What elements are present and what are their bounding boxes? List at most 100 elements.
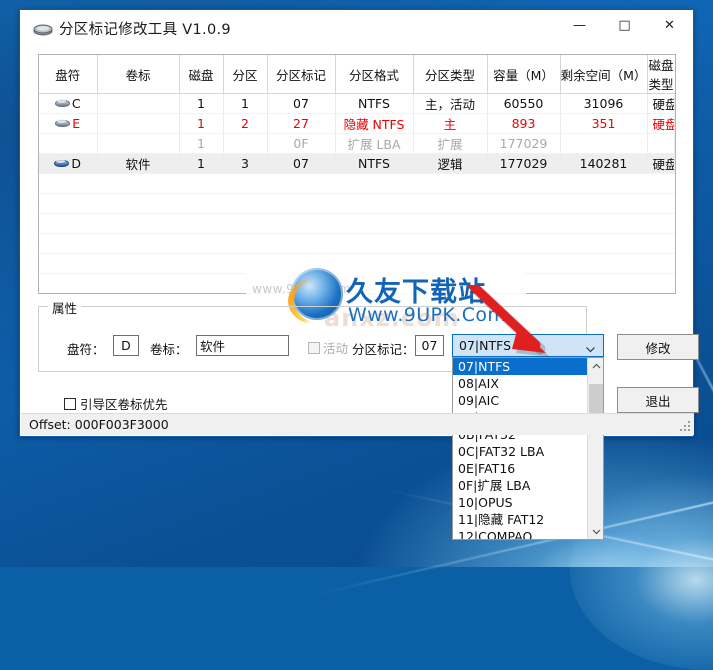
table-row[interactable]: 1 0F 扩展 LBA 扩展 177029	[39, 133, 675, 154]
table-row[interactable]: C1107NTFS主，活动6055031096硬盘	[39, 93, 675, 114]
title-bar[interactable]: 分区标记修改工具 V1.0.9 — □ ✕	[20, 10, 693, 47]
cell-drive: E	[39, 113, 98, 134]
boot-volume-priority-checkbox[interactable]	[64, 397, 76, 410]
column-header-format[interactable]: 分区格式	[335, 55, 414, 94]
cell-partition	[223, 133, 268, 154]
cell-capacity: 893	[487, 113, 561, 134]
column-header-disk[interactable]: 磁盘	[179, 55, 224, 94]
table-row[interactable]: D软件1307NTFS逻辑177029140281硬盘	[39, 153, 675, 174]
column-header-disktype[interactable]: 磁盘类型	[647, 55, 675, 94]
table-row[interactable]: E 1227隐藏 NTFS主893351硬盘	[39, 113, 675, 134]
dropdown-option[interactable]: 11|隐藏 FAT12	[453, 511, 603, 528]
cell-capacity: 177029	[487, 153, 561, 174]
dropdown-option[interactable]: 10|OPUS	[453, 494, 603, 511]
cell-type: 扩展	[413, 133, 488, 154]
close-button[interactable]: ✕	[647, 10, 692, 41]
cell-type: 主，活动	[413, 93, 488, 114]
cell-disk-type	[647, 133, 675, 154]
empty-rows-area	[39, 174, 675, 293]
combobox-selected-text: 07|NTFS	[459, 338, 512, 353]
minimize-button[interactable]: —	[557, 10, 602, 41]
cell-free	[560, 133, 648, 154]
boot-volume-priority-label: 引导区卷标优先	[80, 397, 168, 412]
cell-format: NTFS	[335, 153, 414, 174]
drive-letter-label: 盘符：	[67, 342, 105, 357]
maximize-icon: □	[618, 18, 631, 33]
dropdown-option[interactable]: 0E|FAT16	[453, 460, 603, 477]
active-checkbox-row[interactable]: 活动	[308, 338, 348, 357]
cell-mark: 07	[267, 93, 336, 114]
hard-disk-icon	[55, 118, 71, 129]
cell-mark: 07	[267, 153, 336, 174]
cell-free: 351	[560, 113, 648, 134]
partition-mark-value[interactable]: 07	[415, 335, 444, 356]
column-header-mark[interactable]: 分区标记	[267, 55, 336, 94]
dropdown-options: 07|NTFS08|AIX09|AIC0A|OS/20B|FAT320C|FAT…	[453, 358, 603, 539]
cell-format: 扩展 LBA	[335, 133, 414, 154]
dropdown-option[interactable]: 0C|FAT32 LBA	[453, 443, 603, 460]
column-header-partition[interactable]: 分区	[223, 55, 268, 94]
volume-label: 卷标：	[150, 342, 188, 357]
active-checkbox[interactable]	[308, 341, 320, 354]
cell-capacity: 177029	[487, 133, 561, 154]
dropdown-scrollbar[interactable]	[587, 358, 603, 539]
column-header-free[interactable]: 剩余空间（M）	[560, 55, 648, 94]
column-header-capacity[interactable]: 容量（M）	[487, 55, 561, 94]
minimize-icon: —	[573, 18, 586, 33]
partition-list[interactable]: 盘符 卷标 磁盘 分区 分区标记 分区格式 分区类型 容量（M） 剩余空间（M）…	[38, 54, 676, 294]
empty-row	[39, 174, 675, 194]
cell-type: 逻辑	[413, 153, 488, 174]
cell-mark: 0F	[267, 133, 336, 154]
cell-type: 主	[413, 113, 488, 134]
dropdown-option[interactable]: 08|AIX	[453, 375, 603, 392]
dropdown-option[interactable]: 0F|扩展 LBA	[453, 477, 603, 494]
volume-input[interactable]	[196, 335, 289, 356]
dropdown-option[interactable]: 07|NTFS	[453, 358, 603, 375]
cell-disk-type: 硬盘	[647, 93, 675, 114]
column-header-drive[interactable]: 盘符	[39, 55, 98, 94]
empty-row	[39, 254, 675, 274]
cell-format: 隐藏 NTFS	[335, 113, 414, 134]
cell-capacity: 60550	[487, 93, 561, 114]
cell-disk: 1	[179, 113, 224, 134]
partition-type-combobox[interactable]: 07|NTFS	[452, 334, 604, 357]
dropdown-option[interactable]: 09|AIC	[453, 392, 603, 409]
resize-grip[interactable]	[680, 421, 691, 432]
cell-drive: C	[39, 93, 98, 114]
disk-icon	[33, 21, 53, 36]
hard-disk-icon-blue	[54, 158, 70, 169]
cell-mark: 27	[267, 113, 336, 134]
boot-volume-priority-row[interactable]: 引导区卷标优先	[64, 394, 168, 413]
modify-button[interactable]: 修改	[617, 334, 699, 360]
scroll-down-icon[interactable]	[588, 523, 603, 539]
status-offset-text: Offset: 000F003F3000	[29, 417, 169, 432]
table-header-row: 盘符 卷标 磁盘 分区 分区标记 分区格式 分区类型 容量（M） 剩余空间（M）…	[39, 55, 675, 94]
cell-volume: 软件	[97, 153, 180, 174]
empty-row	[39, 214, 675, 234]
close-icon: ✕	[664, 18, 675, 33]
cell-volume	[97, 113, 180, 134]
properties-legend: 属性	[48, 298, 82, 317]
column-header-type[interactable]: 分区类型	[413, 55, 488, 94]
cell-disk: 1	[179, 133, 224, 154]
cell-format: NTFS	[335, 93, 414, 114]
scroll-up-icon[interactable]	[588, 358, 603, 374]
partition-type-dropdown-list[interactable]: 07|NTFS08|AIX09|AIC0A|OS/20B|FAT320C|FAT…	[452, 357, 604, 540]
column-header-volume[interactable]: 卷标	[97, 55, 180, 94]
empty-row	[39, 234, 675, 254]
exit-button[interactable]: 退出	[617, 387, 699, 413]
cell-partition: 2	[223, 113, 268, 134]
partition-table: 盘符 卷标 磁盘 分区 分区标记 分区格式 分区类型 容量（M） 剩余空间（M）…	[39, 55, 675, 174]
cell-drive	[39, 133, 98, 154]
partition-mark-label: 分区标记：	[352, 342, 415, 357]
cell-partition: 3	[223, 153, 268, 174]
window-title: 分区标记修改工具 V1.0.9	[59, 22, 231, 38]
status-bar: Offset: 000F003F3000	[21, 413, 694, 435]
maximize-button[interactable]: □	[602, 10, 647, 41]
active-checkbox-label: 活动	[323, 341, 349, 356]
drive-letter-value[interactable]: D	[113, 335, 139, 356]
cell-disk-type: 硬盘	[647, 153, 675, 174]
chevron-down-icon[interactable]	[585, 340, 596, 353]
cell-volume	[97, 133, 180, 154]
dropdown-option[interactable]: 12|COMPAQ	[453, 528, 603, 539]
